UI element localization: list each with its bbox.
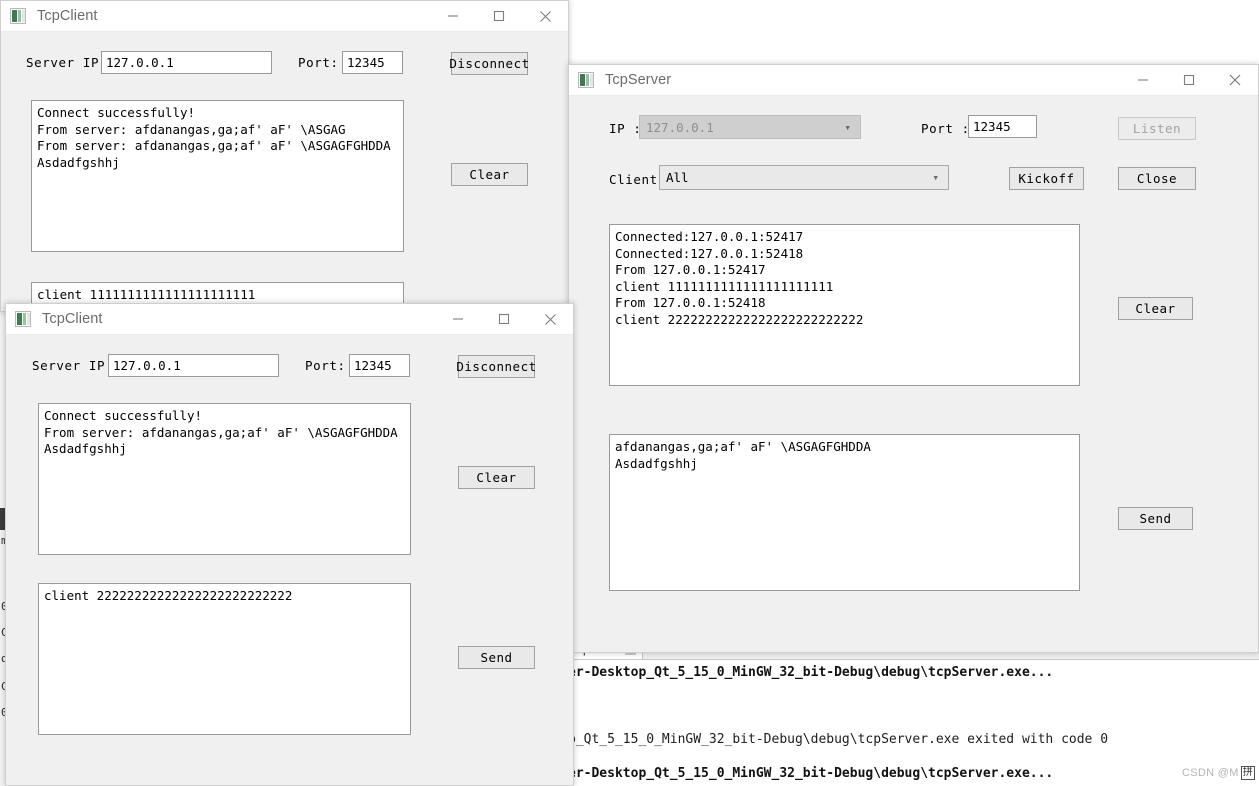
client-combobox-value: All: [666, 170, 689, 185]
server-ip-input[interactable]: 127.0.0.1: [108, 354, 279, 377]
clear-button[interactable]: Clear: [458, 466, 535, 489]
chevron-down-icon: ▾: [844, 120, 851, 134]
ide-console-panel: tcpClient ✕ er-Desktop_Qt_5_15_0_MinGW_3…: [568, 640, 1259, 786]
desktop-root: m 0 C d C 0 TcpClient Server IP 127.: [0, 0, 1259, 786]
server-log-area[interactable]: Connected:127.0.0.1:52417 Connected:127.…: [609, 224, 1080, 386]
qt-app-icon: [10, 8, 26, 24]
chevron-down-icon: ▾: [932, 171, 939, 184]
send-button[interactable]: Send: [1118, 507, 1193, 530]
close-connection-button[interactable]: Close: [1118, 167, 1196, 190]
tcpserver-window[interactable]: TcpServer IP : 127.0.0.1 ▾ Port : 12345 …: [568, 64, 1259, 653]
console-line: er-Desktop_Qt_5_15_0_MinGW_32_bit-Debug\…: [568, 766, 1054, 781]
watermark-text: CSDN @M: [1182, 767, 1239, 779]
port-input[interactable]: 12345: [968, 115, 1037, 138]
server-ip-label: Server IP: [26, 55, 100, 70]
titlebar[interactable]: TcpServer: [569, 65, 1258, 96]
window-controls: [435, 304, 573, 335]
listen-button[interactable]: Listen: [1118, 117, 1196, 140]
receive-log-area[interactable]: Connect successfully! From server: afdan…: [31, 100, 404, 252]
maximize-icon[interactable]: [476, 1, 522, 32]
close-icon[interactable]: [522, 1, 568, 32]
clear-button[interactable]: Clear: [451, 163, 528, 186]
maximize-icon[interactable]: [1166, 65, 1212, 96]
window-title: TcpServer: [605, 72, 672, 88]
port-label: Port:: [298, 55, 339, 70]
port-input[interactable]: 12345: [349, 354, 410, 377]
kickoff-button[interactable]: Kickoff: [1009, 167, 1084, 190]
close-icon[interactable]: [1212, 65, 1258, 96]
minimize-icon[interactable]: [435, 304, 481, 335]
titlebar[interactable]: TcpClient: [1, 1, 568, 32]
window-title: TcpClient: [42, 311, 103, 327]
minimize-icon[interactable]: [1120, 65, 1166, 96]
close-icon[interactable]: [527, 304, 573, 335]
ip-combobox[interactable]: 127.0.0.1 ▾: [639, 115, 861, 139]
disconnect-button[interactable]: Disconnect: [449, 52, 529, 75]
receive-log-area[interactable]: Connect successfully! From server: afdan…: [38, 403, 411, 555]
server-ip-input[interactable]: 127.0.0.1: [101, 51, 272, 74]
server-ip-label: Server IP: [32, 358, 106, 373]
window-title: TcpClient: [37, 8, 98, 24]
disconnect-button[interactable]: Disconnect: [456, 355, 536, 378]
ip-label: IP :: [609, 121, 642, 136]
port-input[interactable]: 12345: [342, 51, 403, 74]
port-label: Port:: [305, 358, 346, 373]
qt-app-icon: [578, 72, 594, 88]
tcpclient-window-foreground[interactable]: TcpClient Server IP 127.0.0.1 Port: 1234…: [5, 303, 574, 786]
client-combobox[interactable]: All ▾: [659, 165, 949, 190]
titlebar[interactable]: TcpClient: [6, 304, 573, 335]
server-send-area[interactable]: afdanangas,ga;af' aF' \ASGAGFGHDDA Asdad…: [609, 434, 1080, 591]
window-controls: [430, 1, 568, 32]
send-message-area[interactable]: client 22222222222222222222222222: [38, 583, 411, 735]
csdn-watermark: CSDN @M 拼: [1182, 766, 1255, 780]
qt-app-icon: [15, 311, 31, 327]
minimize-icon[interactable]: [430, 1, 476, 32]
port-label: Port :: [921, 121, 970, 136]
clear-button[interactable]: Clear: [1118, 297, 1193, 320]
maximize-icon[interactable]: [481, 304, 527, 335]
tcpclient-window-background[interactable]: TcpClient Server IP 127.0.0.1 Port: 1234…: [0, 0, 569, 312]
send-button[interactable]: Send: [458, 646, 535, 669]
ime-indicator: 拼: [1240, 766, 1255, 780]
console-line: er-Desktop_Qt_5_15_0_MinGW_32_bit-Debug\…: [568, 665, 1054, 680]
console-line: p_Qt_5_15_0_MinGW_32_bit-Debug\debug\tcp…: [568, 732, 1109, 747]
ip-combobox-value: 127.0.0.1: [646, 119, 714, 135]
window-controls: [1120, 65, 1258, 96]
